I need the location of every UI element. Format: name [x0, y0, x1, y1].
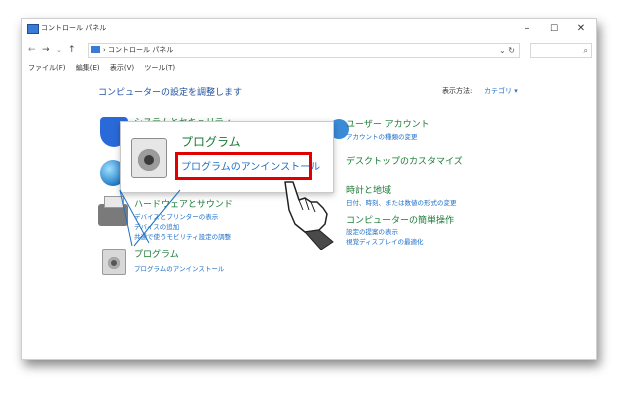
pointing-hand-icon — [284, 181, 334, 250]
